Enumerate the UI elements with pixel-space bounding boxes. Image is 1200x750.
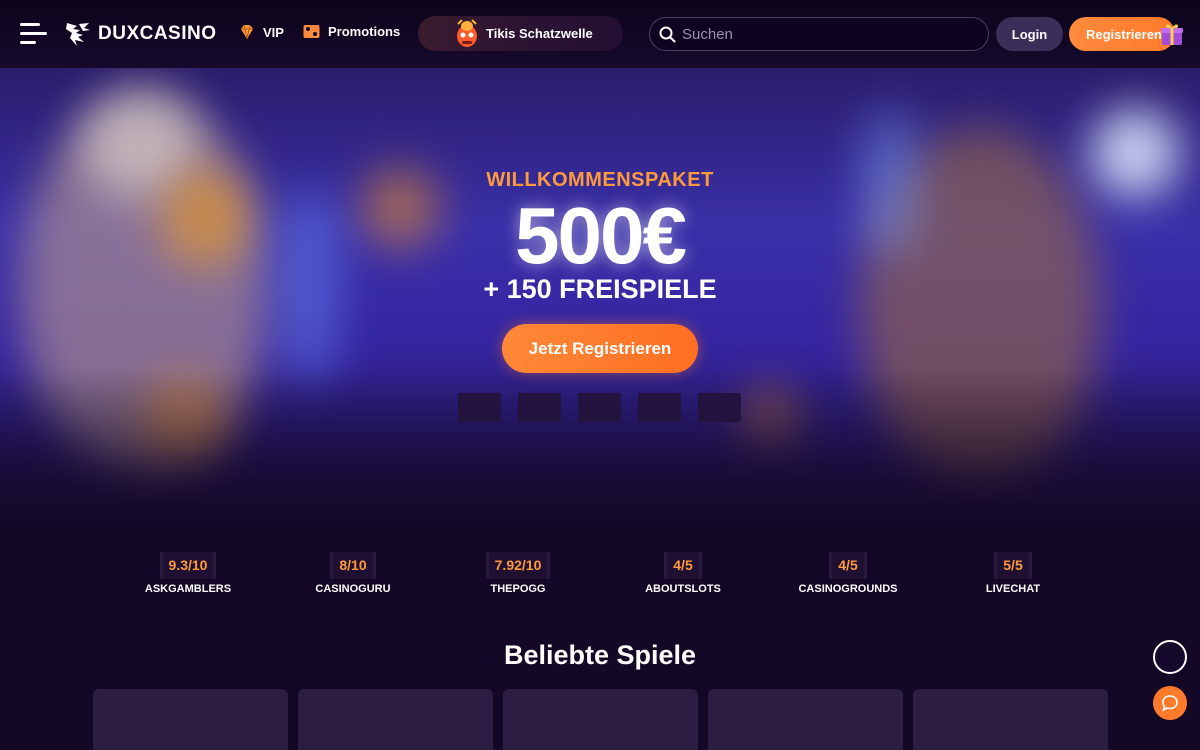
hero-banner: WILLKOMMENSPAKET 500€ + 150 FREISPIELE J…	[0, 68, 1200, 528]
login-button[interactable]: Login	[996, 17, 1063, 51]
rating-source: ABOUTSLOTS	[645, 583, 721, 595]
nav-vip[interactable]: VIP	[239, 24, 284, 40]
nav-vip-label: VIP	[263, 24, 284, 40]
rating-item: 4/5 CASINOGROUNDS	[778, 552, 918, 595]
rating-item: 9.3/10 ASKGAMBLERS	[118, 552, 258, 595]
search-input[interactable]	[682, 25, 972, 43]
carousel-dots	[458, 393, 741, 422]
carousel-dot[interactable]	[638, 393, 681, 422]
rating-score: 8/10	[330, 552, 376, 579]
rating-item: 4/5 ABOUTSLOTS	[613, 552, 753, 595]
search-box[interactable]	[649, 17, 989, 51]
register-button-label: Registrieren	[1086, 26, 1162, 42]
hero-subtitle: WILLKOMMENSPAKET	[486, 169, 714, 191]
search-icon	[659, 26, 676, 43]
gift-icon[interactable]	[1160, 22, 1184, 46]
ticket-icon	[303, 25, 320, 38]
nav-promotions-label: Promotions	[328, 24, 401, 39]
tiki-mascot-icon	[457, 19, 477, 47]
game-card[interactable]	[708, 689, 903, 750]
rating-score: 5/5	[994, 552, 1032, 579]
theme-toggle-button[interactable]	[1153, 640, 1187, 674]
rating-score: 9.3/10	[159, 552, 217, 579]
top-header: DUXCASINO VIP Promotions Tikis Schatzwel…	[0, 0, 1200, 68]
promo-pill-label: Tikis Schatzwelle	[486, 26, 593, 41]
carousel-dot[interactable]	[518, 393, 561, 422]
rating-score: 4/5	[664, 552, 702, 579]
hero-fade	[0, 368, 1200, 528]
rating-item: 5/5 LIVECHAT	[943, 552, 1083, 595]
chat-bubble-icon	[1162, 695, 1178, 712]
popular-games-row	[93, 689, 1108, 750]
logo-text: DUXCASINO	[98, 23, 217, 44]
hero-free-spins: + 150 FREISPIELE	[483, 274, 717, 304]
hamburger-menu-icon[interactable]	[20, 22, 47, 46]
diamond-icon	[241, 24, 253, 40]
casino-page: DUXCASINO VIP Promotions Tikis Schatzwel…	[0, 0, 1200, 750]
game-card[interactable]	[298, 689, 493, 750]
game-card[interactable]	[93, 689, 288, 750]
popular-games-title: Beliebte Spiele	[503, 640, 697, 670]
rating-item: 7.92/10 THEPOGG	[448, 552, 588, 595]
rating-source: THEPOGG	[490, 583, 546, 595]
promo-tikis-pill[interactable]: Tikis Schatzwelle	[418, 16, 623, 51]
live-chat-button[interactable]	[1153, 686, 1187, 720]
lion-logo-icon	[66, 23, 90, 46]
rating-source: ASKGAMBLERS	[144, 583, 232, 595]
rating-source: CASINOGROUNDS	[798, 583, 898, 595]
hero-amount: 500€	[515, 191, 687, 280]
rating-source: LIVECHAT	[985, 583, 1041, 595]
nav-promotions[interactable]: Promotions	[303, 24, 400, 39]
carousel-dot[interactable]	[458, 393, 501, 422]
rating-score: 4/5	[829, 552, 867, 579]
game-card[interactable]	[503, 689, 698, 750]
rating-source: CASINOGURU	[315, 583, 391, 595]
game-card[interactable]	[913, 689, 1108, 750]
logo[interactable]: DUXCASINO	[64, 18, 217, 50]
carousel-dot[interactable]	[698, 393, 741, 422]
ratings-row: 9.3/10 ASKGAMBLERS 8/10 CASINOGURU 7.92/…	[0, 552, 1200, 602]
register-cta-button[interactable]: Jetzt Registrieren	[502, 324, 698, 373]
rating-item: 8/10 CASINOGURU	[283, 552, 423, 595]
carousel-dot[interactable]	[578, 393, 621, 422]
rating-score: 7.92/10	[485, 552, 551, 579]
